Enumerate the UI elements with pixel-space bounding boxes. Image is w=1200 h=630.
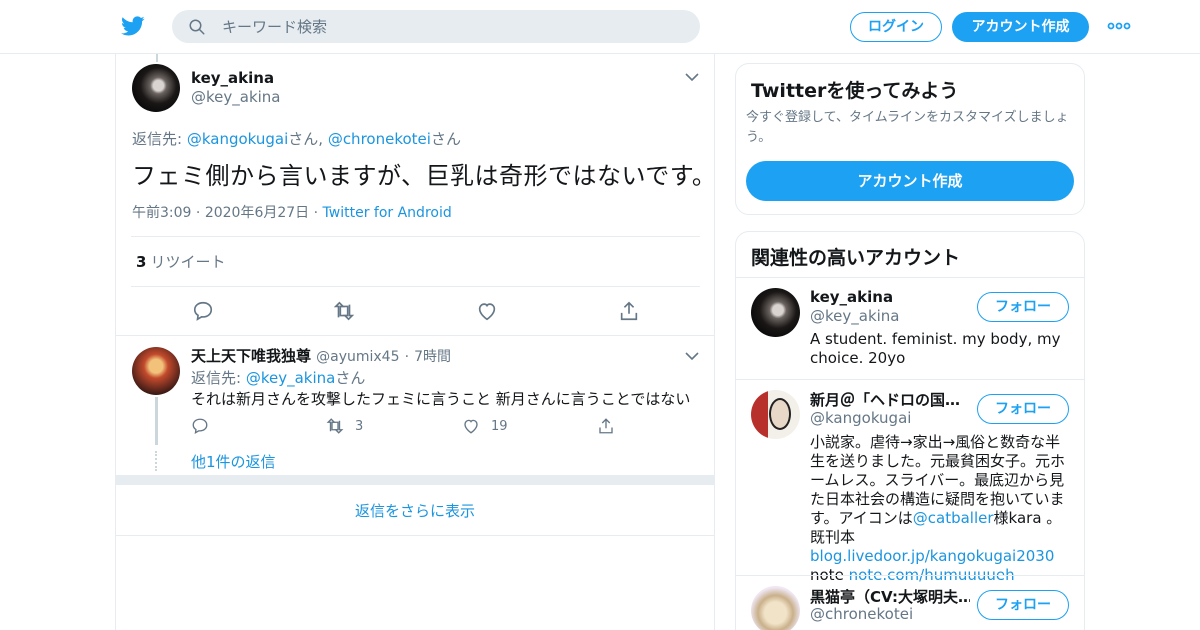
tweet-date[interactable]: 2020年6月27日: [205, 205, 309, 221]
tweet-author-name[interactable]: key_akina: [191, 69, 274, 87]
replying-to: 返信先: @kangokugaiさん, @chronekoteiさん: [132, 128, 461, 149]
follow-button[interactable]: フォロー: [977, 292, 1069, 322]
search-icon: [189, 19, 205, 35]
mention-link[interactable]: @kangokugai: [187, 130, 288, 148]
main-column: key_akina @key_akina 返信先: @kangokugaiさん,…: [115, 54, 717, 630]
account-handle[interactable]: @chronekotei: [810, 605, 913, 623]
mention-link[interactable]: @chronekotei: [328, 130, 431, 148]
reply-retweet-count: 3: [355, 419, 364, 434]
retweet-stats[interactable]: 3 リツイート: [136, 251, 225, 272]
search-box[interactable]: [172, 10, 700, 43]
replying-prefix: 返信先:: [132, 130, 187, 148]
account-name[interactable]: key_akina: [810, 288, 970, 306]
tweet-time[interactable]: 午前3:09: [132, 205, 191, 221]
divider: [736, 575, 1084, 576]
like-icon[interactable]: [476, 300, 498, 322]
chevron-down-icon[interactable]: [685, 73, 699, 82]
reply-icon[interactable]: [192, 300, 214, 322]
more-options-icon[interactable]: [1107, 20, 1131, 32]
divider: [736, 277, 1084, 278]
account-handle[interactable]: @key_akina: [810, 307, 900, 325]
like-icon[interactable]: [462, 417, 480, 435]
reply-text: それは新月さんを攻撃したフェミに言うこと 新月さんに言うことではない: [191, 390, 691, 408]
section-gap: [116, 475, 714, 485]
reply-icon[interactable]: [191, 417, 209, 435]
thread-dots: [155, 451, 157, 471]
divider: [131, 286, 700, 287]
signup-card-desc: 今すぐ登録して、タイムラインをカスタマイズしましょう。: [746, 110, 1069, 145]
login-button[interactable]: ログイン: [850, 12, 942, 42]
divider: [736, 379, 1084, 380]
account-name[interactable]: 黒猫亭（CV:大塚明夫…: [810, 586, 970, 607]
honorific: さん,: [288, 130, 328, 148]
reply-author-name[interactable]: 天上天下唯我独尊: [191, 347, 311, 365]
share-icon[interactable]: [618, 300, 640, 322]
meta-separator: ·: [404, 349, 410, 365]
replying-prefix: 返信先:: [191, 369, 246, 387]
avatar[interactable]: [751, 288, 800, 337]
account-bio: A student. feminist. my body, my choice.…: [810, 330, 1061, 367]
reply-like-count: 19: [491, 419, 508, 434]
tweet-meta: 午前3:09 · 2020年6月27日 · Twitter for Androi…: [132, 202, 452, 222]
tweet-source-link[interactable]: Twitter for Android: [323, 205, 452, 221]
avatar[interactable]: [132, 64, 180, 112]
twitter-bird-icon[interactable]: [120, 14, 146, 38]
chevron-down-icon[interactable]: [685, 352, 699, 361]
divider: [116, 335, 714, 336]
related-accounts-title: 関連性の高いアカウント: [751, 247, 961, 269]
retweet-icon[interactable]: [326, 417, 344, 435]
search-input[interactable]: [222, 10, 682, 43]
signup-card: Twitterを使ってみよう 今すぐ登録して、タイムラインをカスタマイズしましょ…: [735, 63, 1085, 215]
reply-author-handle[interactable]: @ayumix45: [316, 349, 399, 365]
replying-to: 返信先: @key_akinaさん: [191, 367, 365, 388]
reply-age[interactable]: 7時間: [414, 349, 451, 365]
mention-link[interactable]: @key_akina: [246, 369, 336, 387]
honorific: さん: [335, 369, 366, 387]
thread-line: [156, 54, 158, 62]
more-replies-link[interactable]: 他1件の返信: [191, 451, 276, 472]
signup-card-title: Twitterを使ってみよう: [751, 80, 959, 102]
show-more-replies-button[interactable]: 返信をさらに表示: [116, 486, 714, 536]
divider: [131, 236, 700, 237]
top-bar: ログイン アカウント作成: [0, 0, 1200, 54]
tweet-text: フェミ側から言いますが、巨乳は奇形ではないです。: [132, 162, 717, 190]
honorific: さん: [430, 130, 461, 148]
thread-line: [155, 397, 158, 445]
reply-header: 天上天下唯我独尊 @ayumix45 · 7時間: [191, 345, 451, 366]
account-handle[interactable]: @kangokugai: [810, 409, 911, 427]
related-accounts-card: 関連性の高いアカウント key_akina @key_akina フォロー A …: [735, 231, 1085, 630]
retweet-label: リツイート: [150, 253, 226, 271]
bio-link[interactable]: blog.livedoor.jp/kangokugai2030: [810, 547, 1054, 565]
signup-card-button[interactable]: アカウント作成: [746, 161, 1074, 201]
tweet-author-handle[interactable]: @key_akina: [191, 88, 281, 106]
meta-separator: ·: [195, 205, 201, 221]
avatar[interactable]: [751, 586, 800, 630]
account-name[interactable]: 新月＠「ヘドロの国…: [810, 389, 970, 410]
account-bio: 小説家。虐待→家出→風俗と数奇な半生を送りました。元最貧困女子。元ホームレス。ス…: [810, 433, 1072, 585]
share-icon[interactable]: [597, 417, 615, 435]
meta-separator: ·: [313, 205, 319, 221]
avatar[interactable]: [751, 390, 800, 439]
follow-button[interactable]: フォロー: [977, 590, 1069, 620]
retweet-icon[interactable]: [333, 300, 355, 322]
mention-link[interactable]: @catballer: [913, 509, 994, 527]
retweet-count: 3: [136, 253, 147, 271]
signup-button[interactable]: アカウント作成: [952, 12, 1089, 42]
avatar[interactable]: [132, 347, 180, 395]
follow-button[interactable]: フォロー: [977, 394, 1069, 424]
